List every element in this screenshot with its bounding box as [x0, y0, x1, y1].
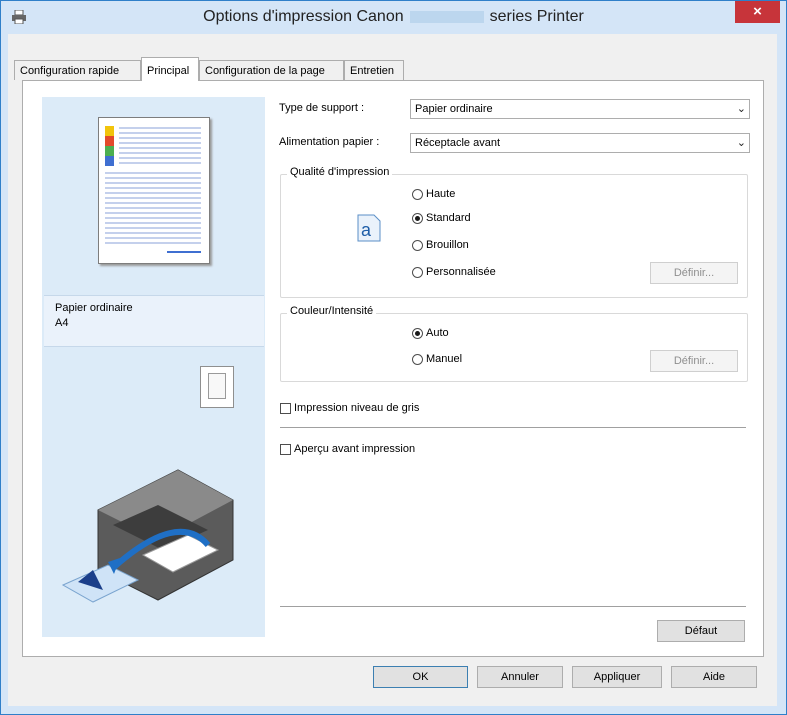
print-quality-icon: a: [357, 214, 381, 242]
apply-button[interactable]: Appliquer: [572, 666, 662, 688]
printer-feed-illustration-icon: [61, 469, 234, 603]
orientation-icon: [200, 366, 234, 408]
chevron-down-icon: ⌄: [736, 103, 746, 115]
tab-quick-setup[interactable]: Configuration rapide: [14, 60, 141, 80]
help-button[interactable]: Aide: [671, 666, 757, 688]
close-button[interactable]: ×: [735, 1, 780, 23]
preview-paper-size: A4: [55, 317, 69, 329]
paper-source-label: Alimentation papier :: [279, 136, 380, 148]
window-title: Options d'impression Canon series Printer: [1, 8, 786, 26]
quality-custom-radio[interactable]: Personnalisée: [412, 265, 496, 281]
quality-draft-radio[interactable]: Brouillon: [412, 238, 469, 254]
media-type-select[interactable]: Papier ordinaire ⌄: [410, 99, 750, 119]
title-left: Options d'impression Canon: [203, 8, 404, 25]
defaults-button[interactable]: Défaut: [657, 620, 745, 642]
grayscale-checkbox[interactable]: Impression niveau de gris: [280, 402, 419, 414]
model-name-redaction: [409, 10, 484, 23]
paper-info-box: Papier ordinaire A4: [44, 295, 264, 347]
title-bar: Options d'impression Canon series Printer…: [1, 1, 786, 35]
title-right: series Printer: [489, 8, 584, 25]
page-preview-graphic: [105, 126, 201, 253]
preview-media-type: Papier ordinaire: [55, 302, 133, 314]
page-preview: [98, 117, 210, 264]
media-type-label: Type de support :: [279, 102, 364, 114]
quality-define-button[interactable]: Définir...: [650, 262, 738, 284]
ok-button[interactable]: OK: [373, 666, 468, 688]
print-quality-title: Qualité d'impression: [287, 166, 393, 178]
cancel-button[interactable]: Annuler: [477, 666, 563, 688]
separator: [280, 606, 746, 607]
preview-before-print-checkbox[interactable]: Aperçu avant impression: [280, 443, 415, 455]
paper-source-select[interactable]: Réceptacle avant ⌄: [410, 133, 750, 153]
color-intensity-title: Couleur/Intensité: [287, 305, 377, 317]
paper-source-value: Réceptacle avant: [415, 137, 500, 149]
color-define-button[interactable]: Définir...: [650, 350, 738, 372]
tab-maintenance[interactable]: Entretien: [344, 60, 404, 80]
media-type-value: Papier ordinaire: [415, 103, 493, 115]
tab-main[interactable]: Principal: [141, 57, 199, 81]
color-manual-radio[interactable]: Manuel: [412, 352, 462, 368]
chevron-down-icon: ⌄: [736, 137, 746, 149]
quality-standard-radio[interactable]: Standard: [412, 211, 471, 227]
color-auto-radio[interactable]: Auto: [412, 326, 449, 342]
quality-high-radio[interactable]: Haute: [412, 187, 455, 203]
separator: [280, 427, 746, 428]
svg-text:a: a: [361, 220, 372, 240]
tab-page-setup[interactable]: Configuration de la page: [199, 60, 344, 80]
